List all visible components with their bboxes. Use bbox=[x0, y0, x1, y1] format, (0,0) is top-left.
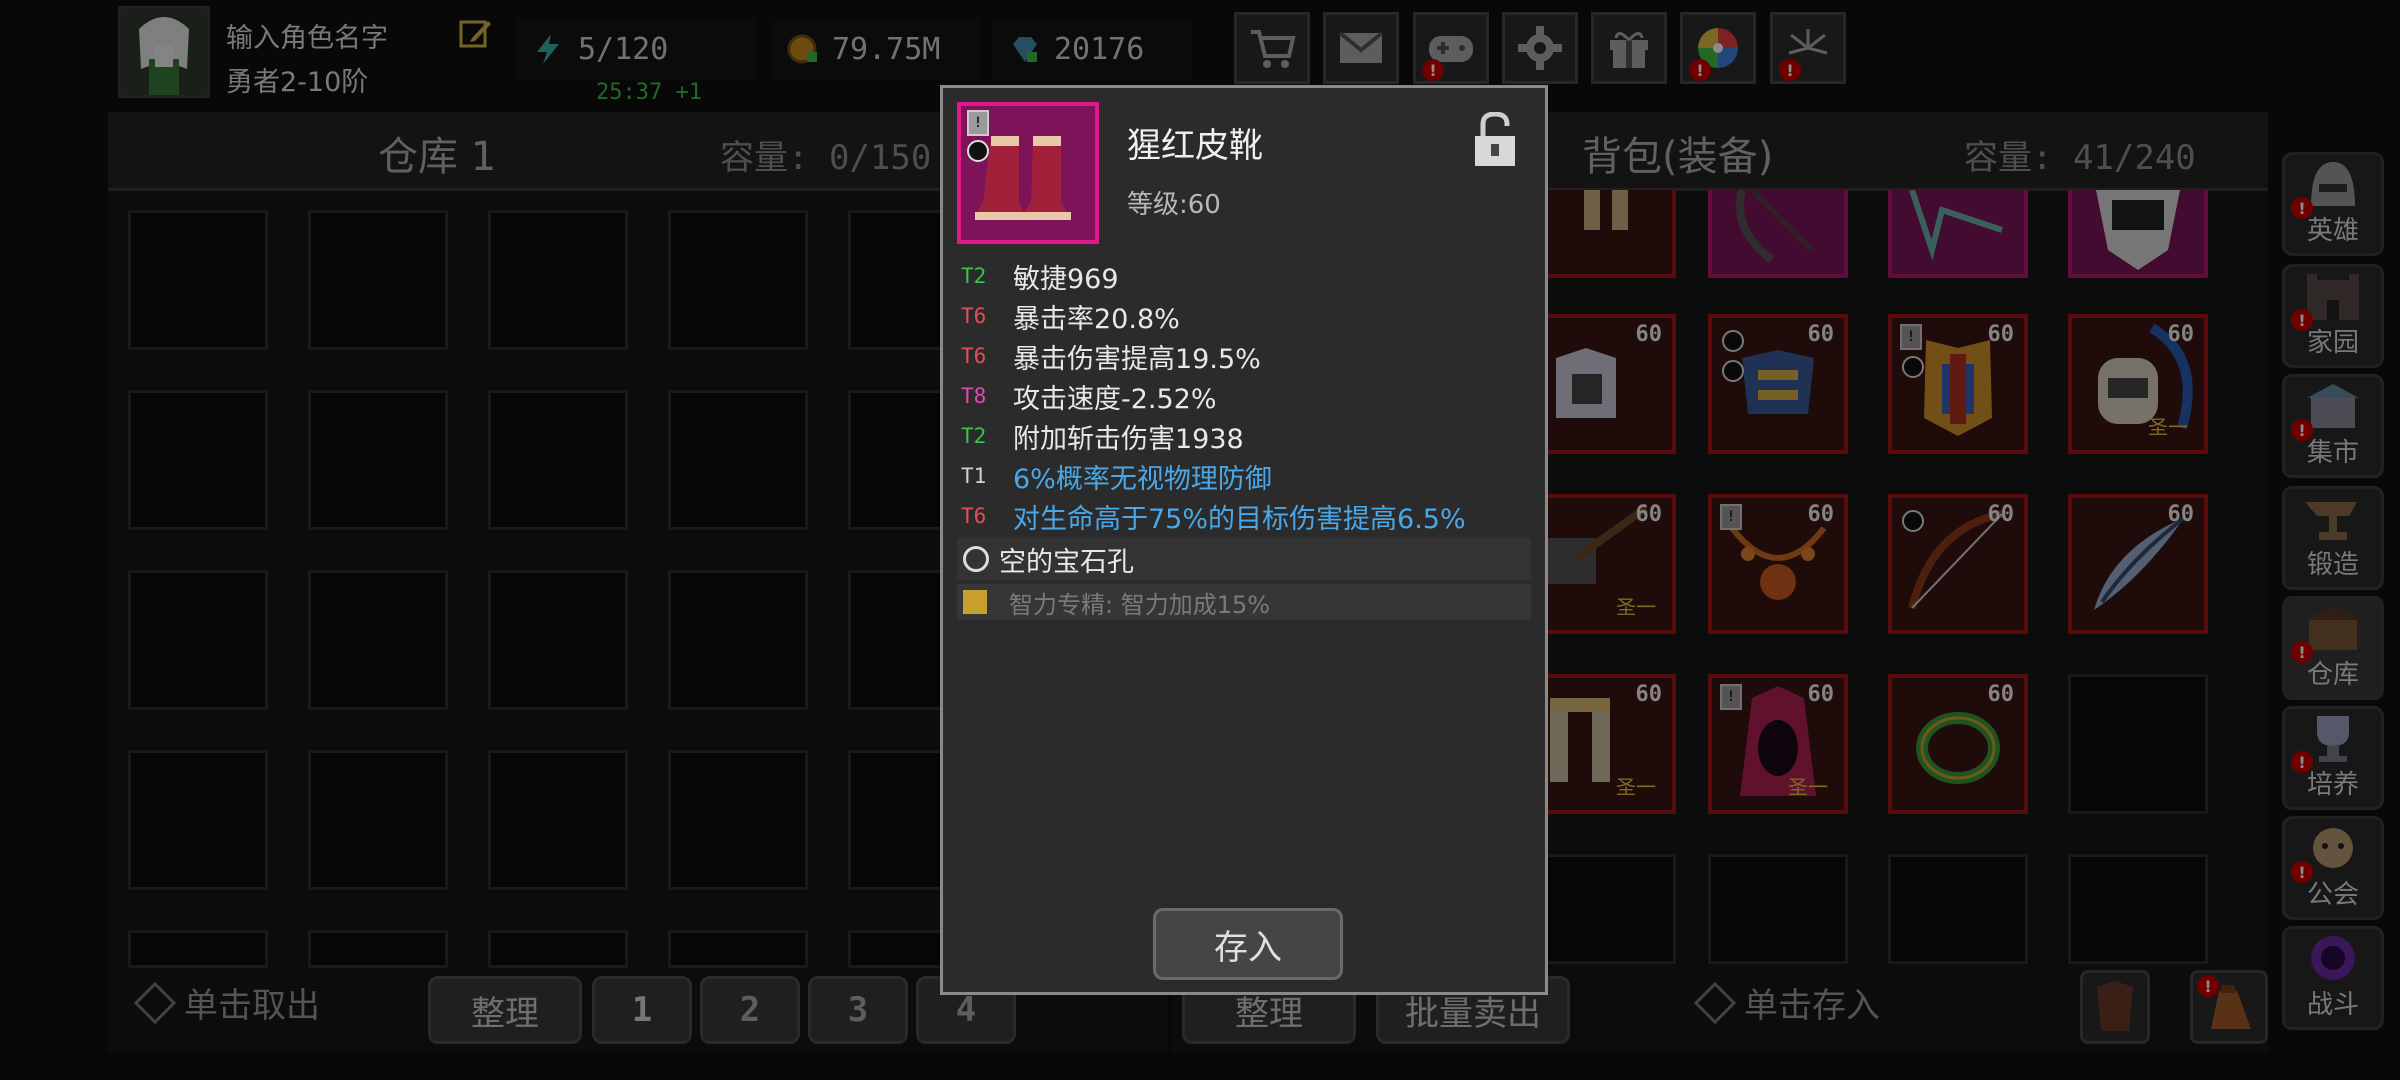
gem-socket-text: 空的宝石孔 bbox=[999, 546, 1134, 578]
item-stat-row: T6 对生命高于75%的目标伤害提高6.5% bbox=[961, 498, 1466, 535]
store-button[interactable]: 存入 bbox=[1153, 908, 1343, 980]
stat-text: 敏捷969 bbox=[1013, 263, 1119, 295]
stat-text: 对生命高于75%的目标伤害提高6.5% bbox=[1013, 503, 1466, 535]
stat-tier: T6 bbox=[961, 304, 987, 328]
stat-text: 暴击伤害提高19.5% bbox=[1013, 343, 1261, 375]
stat-text: 攻击速度-2.52% bbox=[1013, 383, 1217, 415]
passive-text: 智力专精: 智力加成15% bbox=[1009, 590, 1271, 619]
gem-socket-row: 空的宝石孔 bbox=[957, 538, 1531, 580]
item-stat-row: T2 敏捷969 bbox=[961, 258, 1119, 295]
item-stat-row: T6 暴击伤害提高19.5% bbox=[961, 338, 1261, 375]
item-level: 等级:60 bbox=[1127, 190, 1221, 220]
stat-text: 6%概率无视物理防御 bbox=[1013, 463, 1272, 495]
book-icon bbox=[963, 590, 987, 614]
item-name: 猩红皮靴 bbox=[1127, 126, 1263, 166]
passive-row: 智力专精: 智力加成15% bbox=[957, 584, 1531, 620]
item-tooltip: ! 猩红皮靴 等级:60 T2 敏捷969 T6 暴击率20.8% T6 暴击伤害提高19… bbox=[940, 85, 1548, 995]
item-stat-row: T1 6%概率无视物理防御 bbox=[961, 458, 1272, 495]
stat-tier: T6 bbox=[961, 344, 987, 368]
stat-tier: T1 bbox=[961, 464, 987, 488]
empty-socket-icon bbox=[963, 546, 989, 572]
unlock-icon[interactable] bbox=[1473, 111, 1517, 172]
stat-tier: T8 bbox=[961, 384, 987, 408]
item-stat-row: T2 附加斩击伤害1938 bbox=[961, 418, 1244, 455]
stat-text: 暴击率20.8% bbox=[1013, 303, 1180, 335]
stat-text: 附加斩击伤害1938 bbox=[1013, 423, 1244, 455]
item-stat-row: T8 攻击速度-2.52% bbox=[961, 378, 1217, 415]
stat-tier: T2 bbox=[961, 424, 987, 448]
item-icon-frame: ! bbox=[957, 102, 1099, 244]
stat-tier: T6 bbox=[961, 504, 987, 528]
empty-socket-icon bbox=[967, 140, 989, 162]
stat-tier: T2 bbox=[961, 264, 987, 288]
item-stat-row: T6 暴击率20.8% bbox=[961, 298, 1180, 335]
lock-icon: ! bbox=[967, 110, 989, 136]
